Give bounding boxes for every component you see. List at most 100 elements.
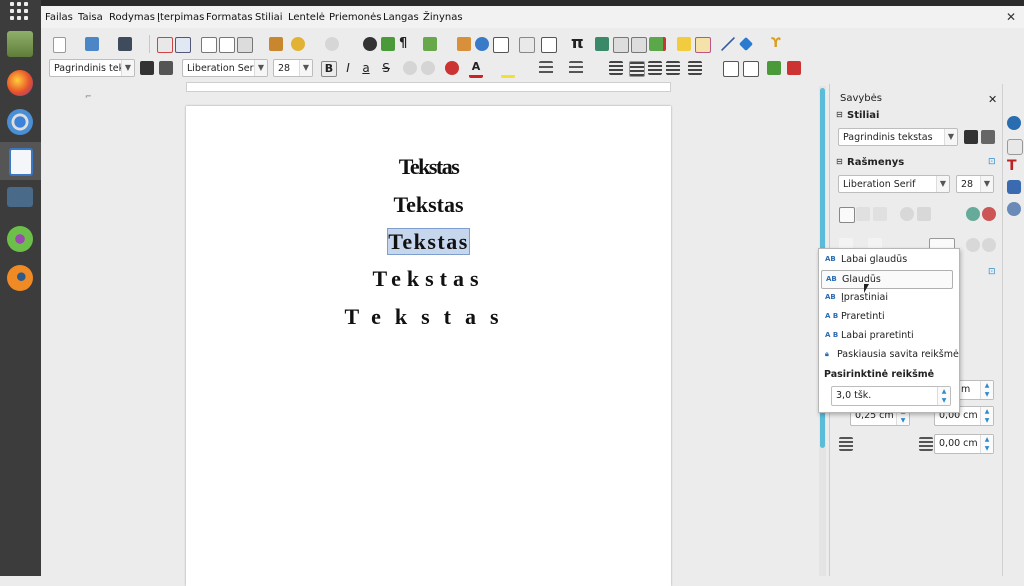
styles-collapse-icon[interactable]: ⊟ — [836, 110, 843, 119]
strikethrough-icon[interactable] — [900, 207, 914, 221]
font-color-icon[interactable]: A — [469, 61, 483, 78]
text-line[interactable]: Tekstas — [186, 304, 671, 330]
chromium-icon[interactable] — [7, 109, 33, 135]
formatting-marks-icon[interactable]: ¶ — [399, 37, 413, 51]
chevron-down-icon[interactable]: ▼ — [944, 129, 957, 145]
track-changes-icon[interactable] — [695, 37, 711, 53]
insert-comment-icon[interactable] — [677, 37, 691, 51]
firefox-icon[interactable] — [7, 70, 33, 96]
italic-icon[interactable]: I — [341, 61, 355, 75]
menu-styles[interactable]: Stiliai — [255, 12, 283, 23]
insert-line-icon[interactable] — [721, 37, 735, 51]
insert-textbox-icon[interactable] — [493, 37, 509, 53]
insert-bookmark-icon[interactable] — [649, 37, 666, 51]
bold-icon[interactable]: B — [321, 61, 337, 77]
spelling-icon[interactable] — [381, 37, 395, 51]
increase-paragraph-spacing-icon[interactable] — [723, 61, 739, 77]
menu-view[interactable]: Rodymas — [109, 12, 155, 23]
spacing-loose[interactable]: A B Praretinti — [821, 308, 951, 325]
properties-info-icon[interactable] — [1007, 116, 1021, 130]
text-line-selected[interactable]: Tekstas — [186, 228, 671, 255]
sidebar-close-icon[interactable]: ✕ — [988, 93, 997, 106]
spacing-normal[interactable]: AB Įprastiniai — [821, 289, 951, 306]
font-collapse-icon[interactable]: ⊟ — [836, 157, 843, 166]
file-manager-icon[interactable] — [7, 31, 33, 57]
first-line-indent-field[interactable]: 0,00 cm ▲ ▼ — [934, 434, 994, 454]
menu-help[interactable]: Žinynas — [423, 12, 463, 23]
video-recorder-icon[interactable] — [7, 187, 33, 207]
save-icon[interactable] — [118, 37, 132, 51]
apps-grid-icon[interactable] — [10, 2, 30, 22]
close-document-icon[interactable]: ✕ — [1006, 10, 1016, 24]
menu-table[interactable]: Lentelė — [288, 12, 325, 23]
align-left-icon[interactable] — [609, 61, 623, 75]
chevron-down-icon[interactable]: ▼ — [936, 176, 949, 192]
blender-icon[interactable] — [7, 265, 33, 291]
insert-chart-icon[interactable] — [475, 37, 489, 51]
insert-hyperlink-icon[interactable] — [595, 37, 609, 51]
open-icon[interactable] — [85, 37, 99, 51]
menu-insert[interactable]: Įterpimas — [157, 12, 204, 23]
export-pdf-icon[interactable] — [157, 37, 173, 53]
text-line[interactable]: Tekstas — [186, 266, 671, 292]
bullets-icon[interactable] — [539, 61, 553, 75]
paragraph-style-combo[interactable]: Pagrindinis teks ▼ — [49, 59, 135, 77]
font-size-combo[interactable]: 28 ▼ — [273, 59, 313, 77]
spin-arrows-icon[interactable]: ▲▼ — [980, 381, 993, 399]
highlight-color-icon[interactable] — [501, 61, 515, 78]
sidebar-paragraph-style-combo[interactable]: Pagrindinis tekstas ▼ — [838, 128, 958, 146]
menu-format[interactable]: Formatas — [206, 12, 253, 23]
spacing-tight[interactable]: AB Glaudūs — [821, 270, 953, 289]
styles-icon[interactable]: T — [1007, 159, 1021, 173]
bold-icon[interactable] — [839, 207, 855, 223]
paragraph-more-options-icon[interactable]: ⊡ — [988, 267, 996, 277]
insert-table-icon[interactable] — [423, 37, 437, 51]
insert-footnote-icon[interactable] — [613, 37, 629, 53]
align-center-icon[interactable] — [629, 61, 645, 77]
spin-arrows-icon[interactable]: ▲▼ — [980, 407, 993, 425]
horizontal-ruler[interactable] — [186, 82, 671, 92]
writer-icon[interactable] — [9, 148, 33, 176]
first-line-indent-icon[interactable] — [919, 437, 933, 451]
shadow-icon[interactable] — [917, 207, 931, 221]
superscript-icon[interactable] — [966, 238, 980, 252]
basic-shapes-icon[interactable] — [738, 36, 754, 52]
numbering-icon[interactable] — [569, 61, 583, 75]
text-line[interactable]: Tekstas — [186, 154, 671, 180]
chevron-down-icon[interactable]: ▼ — [299, 60, 312, 76]
underline-icon[interactable] — [873, 207, 887, 221]
insert-image-icon[interactable] — [457, 37, 471, 51]
subscript-icon[interactable] — [982, 238, 996, 252]
new-style-icon[interactable] — [159, 61, 173, 75]
shrink-font-icon[interactable] — [982, 207, 996, 221]
font-more-options-icon[interactable]: ⊡ — [988, 157, 996, 167]
left-to-right-icon[interactable] — [767, 61, 781, 75]
align-right-icon[interactable] — [648, 61, 662, 75]
subscript-icon[interactable] — [421, 61, 435, 75]
page-icon[interactable] — [1007, 139, 1023, 155]
sidebar-font-name-combo[interactable]: Liberation Serif ▼ — [838, 175, 950, 193]
chevron-down-icon[interactable]: ▼ — [121, 60, 134, 76]
superscript-icon[interactable] — [403, 61, 417, 75]
menu-tools[interactable]: Priemonės — [329, 12, 381, 23]
new-document-icon[interactable] — [53, 37, 66, 53]
line-spacing-icon[interactable] — [688, 61, 702, 75]
fontwork-icon[interactable]: ϒ — [771, 37, 785, 51]
insert-field-icon[interactable] — [541, 37, 557, 53]
copy-icon[interactable] — [219, 37, 235, 53]
grow-font-icon[interactable] — [966, 207, 980, 221]
green-app-icon[interactable] — [7, 226, 33, 252]
insert-special-character-icon[interactable]: π — [571, 35, 585, 51]
document-page[interactable]: Tekstas Tekstas Tekstas Tekstas Tekstas — [186, 106, 671, 586]
text-line[interactable]: Tekstas — [186, 192, 671, 218]
gallery-icon[interactable] — [1007, 180, 1021, 194]
chevron-down-icon[interactable]: ▼ — [254, 60, 267, 76]
sidebar-spin-field[interactable]: m ▲ ▼ — [956, 380, 994, 400]
justify-icon[interactable] — [666, 61, 680, 75]
clone-formatting-icon[interactable] — [269, 37, 283, 51]
menu-window[interactable]: Langas — [383, 12, 419, 23]
right-to-left-icon[interactable] — [787, 61, 801, 75]
font-name-combo[interactable]: Liberation Serif ▼ — [182, 59, 268, 77]
clear-formatting-icon[interactable] — [445, 61, 459, 75]
undo-icon[interactable] — [291, 37, 305, 51]
